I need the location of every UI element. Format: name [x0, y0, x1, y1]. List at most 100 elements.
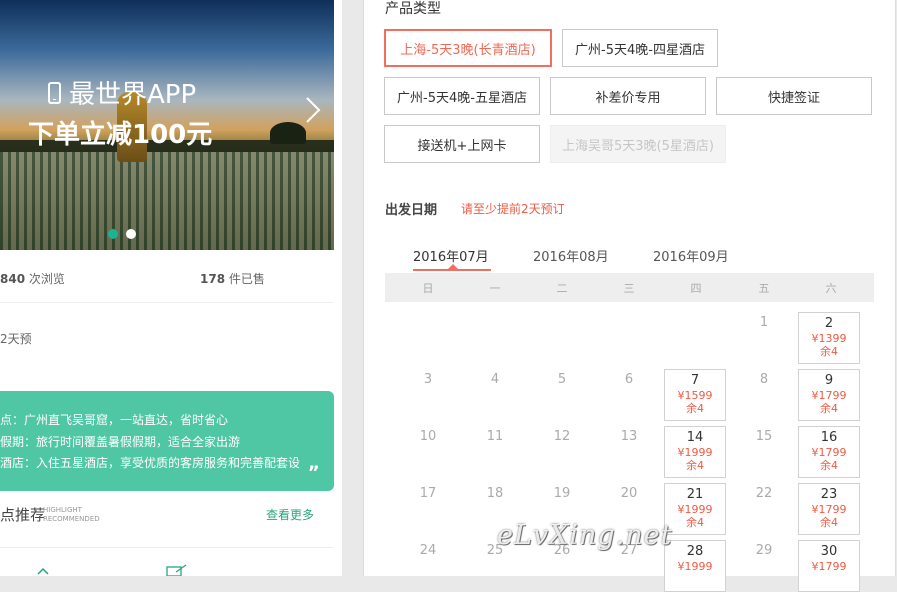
tab-month-aug[interactable]: 2016年08月 [533, 246, 609, 265]
day-stock: 余4 [686, 516, 704, 529]
quote-icon: „ [308, 453, 320, 474]
feature-line: 假期：旅行时间覆盖暑假假期，适合全家出游 [0, 435, 241, 449]
departure-title: 出发日期 [385, 203, 438, 218]
calendar-day: 13 [620, 429, 638, 444]
calendar-day: 20 [620, 486, 638, 501]
calendar-day: 5 [557, 372, 567, 387]
product-type-title: 产品类型 [385, 1, 441, 17]
tab-month-jul[interactable]: 2016年07月 [413, 246, 489, 265]
banner-app-label: 最世界APP [69, 80, 197, 110]
banner-tree [270, 122, 306, 144]
day-price: ¥1399 [811, 332, 847, 345]
product-option-disabled: 上海吴哥5天3晚(5星酒店) [550, 125, 726, 163]
product-left-panel: 最世界APP 下单立减100元 840 次浏览 178 件已售 2天预 点：广州… [0, 0, 342, 576]
booking-panel: 产品类型 上海-5天3晚(长青酒店) 广州-5天4晚-四星酒店 广州-5天4晚-… [363, 0, 896, 592]
booking-note: 2天预 [0, 332, 32, 346]
calendar-day: 17 [419, 486, 437, 501]
weekday: 一 [489, 282, 501, 295]
banner-promo-text: 下单立减100元 [28, 120, 213, 150]
chevron-right-icon[interactable] [304, 96, 322, 124]
feature-line: 酒店：入住五星酒店，享受优质的客房服务和完善配套设 [0, 456, 301, 470]
carousel-dot-1[interactable] [108, 229, 118, 239]
site-watermark: eLvXing.net [497, 520, 673, 551]
day-stock: 余4 [820, 402, 838, 415]
product-option[interactable]: 接送机+上网卡 [384, 125, 540, 163]
banner-app-text: 最世界APP [48, 74, 196, 111]
see-more-link[interactable]: 查看更多 [266, 506, 314, 523]
tab-month-sep[interactable]: 2016年09月 [653, 246, 729, 265]
weekday: 六 [825, 282, 837, 295]
day-number: 14 [686, 430, 704, 445]
calendar-day: 18 [486, 486, 504, 501]
day-price: ¥1599 [677, 389, 713, 402]
departure-note: 请至少提前2天预订 [461, 202, 565, 216]
highlight-en: HIGHLIGHT RECOMMENDED [43, 506, 100, 524]
calendar-day: 24 [419, 543, 437, 558]
product-option[interactable]: 广州-5天4晚-四星酒店 [562, 29, 718, 67]
highlight-en-1: HIGHLIGHT [43, 506, 82, 514]
day-number: 2 [824, 316, 834, 331]
calendar-day-available[interactable]: 23 ¥1799 余4 [798, 483, 860, 535]
product-stats: 840 次浏览 178 件已售 [0, 268, 334, 303]
carousel-dots [108, 229, 136, 239]
weekday: 二 [556, 282, 568, 295]
day-stock: 余4 [820, 459, 838, 472]
weekday: 日 [422, 282, 434, 295]
day-number: 23 [820, 487, 838, 502]
phone-icon [48, 81, 61, 104]
tab-caret-icon [448, 264, 458, 269]
calendar-day: 22 [755, 486, 773, 501]
calendar-day-available[interactable]: 9 ¥1799 余4 [798, 369, 860, 421]
day-price: ¥1999 [677, 503, 713, 516]
day-number: 30 [820, 544, 838, 559]
calendar-day: 6 [624, 372, 634, 387]
calendar-day-available[interactable]: 28 ¥1999 [664, 540, 726, 592]
calendar-day-available[interactable]: 14 ¥1999 余4 [664, 426, 726, 478]
sold-label: 件已售 [228, 272, 265, 286]
banner-rice-field [0, 152, 334, 250]
feature-line: 点：广州直飞吴哥窟，一站直达，省时省心 [0, 413, 229, 427]
carousel-dot-2[interactable] [126, 229, 136, 239]
highlight-en-2: RECOMMENDED [43, 515, 100, 523]
calendar-day: 10 [419, 429, 437, 444]
calendar-day: 12 [553, 429, 571, 444]
highlight-header: 点推荐 HIGHLIGHT RECOMMENDED 查看更多 [0, 502, 334, 548]
calendar-day: 15 [755, 429, 773, 444]
calendar-day-available[interactable]: 16 ¥1799 余4 [798, 426, 860, 478]
day-number: 21 [686, 487, 704, 502]
day-number: 16 [820, 430, 838, 445]
day-price: ¥1799 [811, 389, 847, 402]
calendar-day: 11 [486, 429, 504, 444]
edit-icon[interactable] [166, 564, 188, 576]
calendar-day-available[interactable]: 2 ¥1399 余4 [798, 312, 860, 364]
day-stock: 余4 [686, 459, 704, 472]
day-number: 7 [690, 373, 700, 388]
product-option[interactable]: 快捷签证 [716, 77, 872, 115]
day-number: 28 [686, 544, 704, 559]
share-icon[interactable] [36, 566, 50, 576]
day-price: ¥1799 [811, 446, 847, 459]
weekday: 三 [623, 282, 635, 295]
day-price: ¥1799 [811, 560, 847, 573]
calendar-day: 19 [553, 486, 571, 501]
calendar-day-available[interactable]: 21 ¥1999 余4 [664, 483, 726, 535]
promo-banner[interactable]: 最世界APP 下单立减100元 [0, 0, 334, 250]
views-stat: 840 次浏览 [0, 270, 65, 287]
calendar-day-available[interactable]: 7 ¥1599 余4 [664, 369, 726, 421]
day-price: ¥1999 [677, 446, 713, 459]
day-stock: 余4 [820, 516, 838, 529]
weekday: 四 [690, 282, 702, 295]
day-price: ¥1799 [811, 503, 847, 516]
views-count: 840 [0, 272, 26, 286]
day-stock: 余4 [686, 402, 704, 415]
product-option[interactable]: 补差价专用 [550, 77, 706, 115]
highlight-title: 点推荐 [0, 506, 46, 524]
calendar-day: 1 [759, 315, 769, 330]
sold-count: 178 [200, 272, 226, 286]
day-stock: 余4 [820, 345, 838, 358]
product-option[interactable]: 上海-5天3晚(长青酒店) [384, 29, 552, 67]
features-box: 点：广州直飞吴哥窟，一站直达，省时省心 假期：旅行时间覆盖暑假假期，适合全家出游… [0, 391, 334, 491]
calendar-day: 4 [490, 372, 500, 387]
product-option[interactable]: 广州-5天4晚-五星酒店 [384, 77, 540, 115]
calendar-day-available[interactable]: 30 ¥1799 [798, 540, 860, 592]
